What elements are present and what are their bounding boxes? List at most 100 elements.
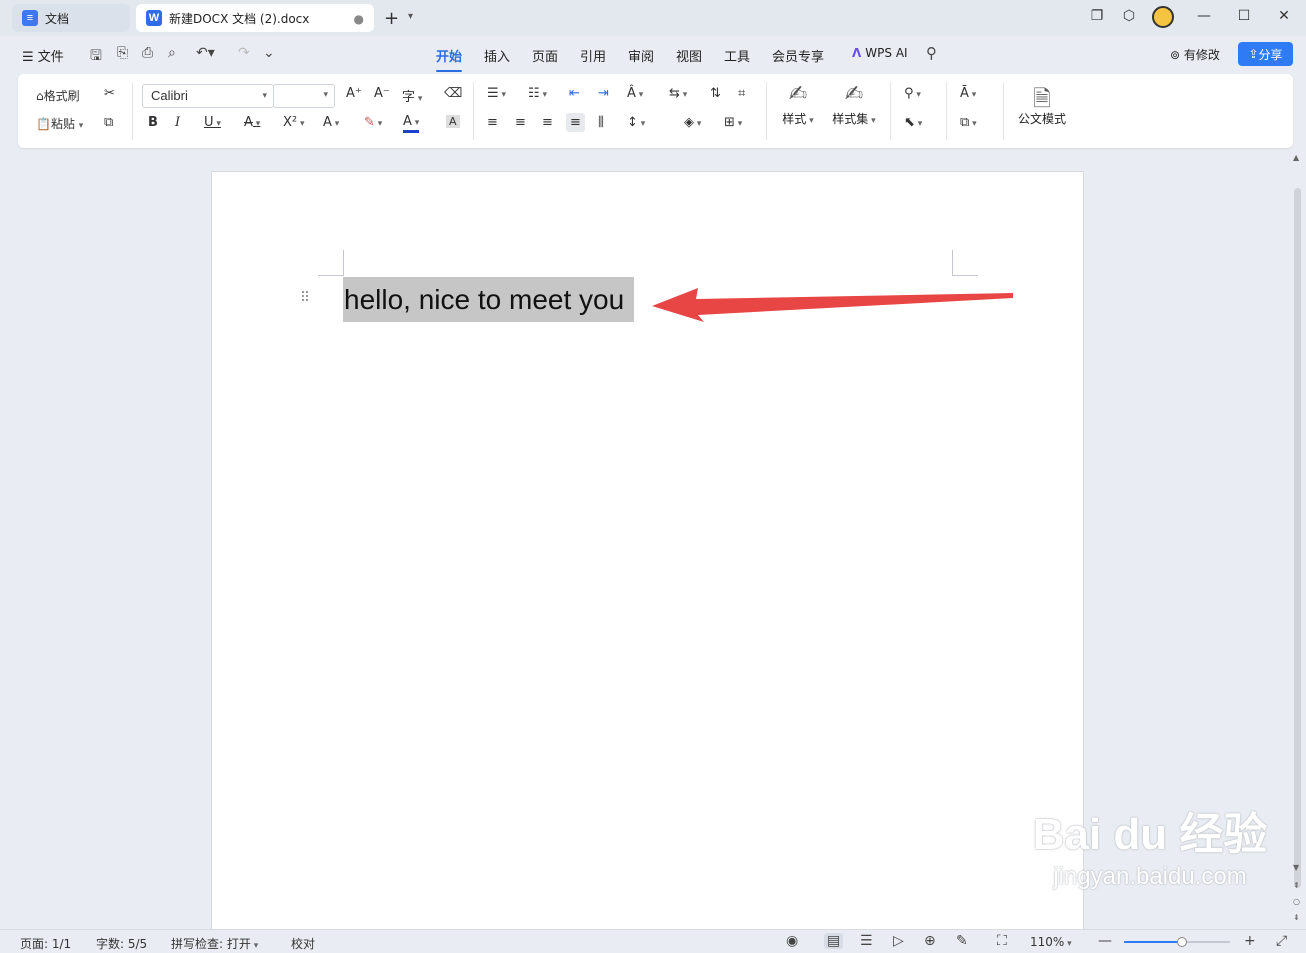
tab-docs[interactable]: ≡ 文档 bbox=[12, 4, 130, 32]
align-right-icon[interactable]: ≡ bbox=[542, 115, 553, 130]
superscript-icon[interactable]: X² bbox=[283, 115, 305, 130]
page-indicator[interactable]: 页面: 1/1 bbox=[20, 935, 71, 952]
fit-page-icon[interactable]: ⛶ bbox=[997, 933, 1007, 949]
font-name-select[interactable]: Calibri ▾ bbox=[142, 84, 274, 108]
redo-icon[interactable]: ↷ bbox=[238, 45, 250, 61]
numbered-list-icon[interactable]: ☷ bbox=[528, 86, 547, 101]
page-view-icon[interactable]: ▤ bbox=[824, 933, 844, 949]
tab-insert[interactable]: 插入 bbox=[484, 46, 510, 65]
decrease-font-icon[interactable]: A⁻ bbox=[374, 86, 390, 101]
line-spacing-icon[interactable]: ↕ bbox=[627, 115, 645, 130]
search-icon[interactable]: ⚲ bbox=[926, 44, 937, 62]
align-center-icon[interactable]: ≡ bbox=[515, 115, 526, 130]
drag-handle-icon[interactable]: ⠿ bbox=[300, 290, 310, 306]
cube-icon[interactable]: ⬡ bbox=[1119, 8, 1139, 24]
copy-icon[interactable]: ⧉ bbox=[104, 115, 113, 130]
scroll-up-icon[interactable]: ▲ bbox=[1293, 153, 1299, 162]
arrange-icon[interactable]: ⧉ bbox=[960, 115, 977, 130]
format-painter-button[interactable]: ⌂格式刷 bbox=[36, 87, 80, 104]
tab-view[interactable]: 视图 bbox=[676, 46, 702, 65]
selected-text[interactable]: hello, nice to meet you bbox=[343, 277, 635, 322]
modified-button[interactable]: ⊚ 有修改 bbox=[1170, 46, 1220, 63]
text-direction-icon[interactable]: Â bbox=[627, 86, 643, 101]
tab-home[interactable]: 开始 bbox=[436, 46, 463, 72]
new-tab-button[interactable]: + bbox=[384, 8, 399, 29]
pen-icon[interactable]: ✎ bbox=[956, 933, 968, 949]
format-painter-label: 格式刷 bbox=[43, 89, 80, 103]
font-color-icon[interactable]: A bbox=[403, 115, 420, 133]
show-marks-icon[interactable]: ⌗ bbox=[738, 86, 745, 101]
zoom-slider[interactable] bbox=[1124, 937, 1230, 947]
strikethrough-icon[interactable]: A bbox=[244, 115, 260, 130]
char-shading-icon[interactable]: A bbox=[446, 115, 460, 128]
underline-icon[interactable]: U bbox=[204, 115, 221, 130]
tab-member[interactable]: 会员专享 bbox=[772, 46, 824, 65]
chevron-down-icon[interactable]: ▾ bbox=[408, 11, 413, 22]
zoom-in-icon[interactable]: + bbox=[1244, 933, 1256, 949]
tab-page[interactable]: 页面 bbox=[532, 46, 558, 65]
print-icon[interactable]: ⎙ bbox=[142, 45, 153, 61]
unsaved-dot-icon[interactable]: ● bbox=[354, 12, 364, 26]
styles-label: 样式 bbox=[782, 112, 813, 126]
undo-icon[interactable]: ↶▾ bbox=[196, 45, 215, 61]
bullet-list-icon[interactable]: ☰ bbox=[487, 86, 506, 101]
increase-font-icon[interactable]: A⁺ bbox=[346, 86, 362, 101]
close-button[interactable]: ✕ bbox=[1274, 8, 1294, 24]
save-icon[interactable]: 🖫 bbox=[90, 45, 102, 69]
bold-icon[interactable]: B bbox=[148, 115, 158, 130]
maximize-button[interactable]: ☐ bbox=[1234, 8, 1254, 24]
spell-check[interactable]: 拼写检查: 打开 bbox=[171, 935, 258, 952]
share-button[interactable]: ⇪ 分享 bbox=[1238, 42, 1293, 66]
zoom-select[interactable]: 110% bbox=[1030, 935, 1072, 949]
tab-tools[interactable]: 工具 bbox=[724, 46, 750, 65]
phonetic-guide-icon[interactable]: 字 bbox=[402, 86, 422, 105]
tab-document[interactable]: W 新建DOCX 文档 (2).docx ● bbox=[136, 4, 374, 32]
minimize-button[interactable]: — bbox=[1194, 8, 1214, 24]
find-icon[interactable]: ⚲ bbox=[904, 86, 921, 101]
word-count[interactable]: 字数: 5/5 bbox=[96, 935, 147, 952]
window-switch-icon[interactable]: ❐ bbox=[1087, 8, 1107, 24]
cut-icon[interactable]: ✂ bbox=[104, 86, 115, 101]
styles-button[interactable]: ✍ 样式 bbox=[776, 82, 820, 127]
export-icon[interactable]: ⎘ bbox=[117, 45, 128, 61]
eye-icon[interactable]: ◉ bbox=[786, 933, 798, 949]
style-set-button[interactable]: ✍ 样式集 bbox=[826, 82, 882, 127]
select-icon[interactable]: ⬉ bbox=[904, 115, 922, 130]
next-page-icon[interactable]: ⇟ bbox=[1293, 913, 1300, 922]
font-size-select[interactable]: ▾ bbox=[273, 84, 335, 108]
highlight-icon[interactable]: ✎ bbox=[364, 115, 382, 130]
web-view-icon[interactable]: ⊕ bbox=[924, 933, 936, 949]
play-icon[interactable]: ▷ bbox=[893, 933, 904, 949]
align-left-icon[interactable]: ≡ bbox=[487, 115, 498, 130]
borders-icon[interactable]: ⊞ bbox=[724, 115, 742, 130]
print-preview-icon[interactable]: ⌕ bbox=[168, 45, 176, 61]
official-mode-button[interactable]: 🗎 公文模式 bbox=[1014, 82, 1070, 127]
tab-review[interactable]: 审阅 bbox=[628, 46, 654, 65]
file-menu[interactable]: ☰ 文件 bbox=[22, 46, 64, 65]
shading-icon[interactable]: ◈ bbox=[684, 115, 701, 130]
proofread-button[interactable]: 校对 bbox=[291, 935, 315, 952]
justify-icon[interactable]: ≡ bbox=[566, 113, 585, 132]
modified-label: 有修改 bbox=[1183, 48, 1220, 62]
scroll-thumb[interactable] bbox=[1294, 188, 1301, 888]
avatar[interactable] bbox=[1152, 6, 1174, 28]
clear-format-icon[interactable]: ⌫ bbox=[444, 86, 462, 101]
italic-icon[interactable]: I bbox=[175, 115, 180, 130]
tab-references[interactable]: 引用 bbox=[580, 46, 606, 65]
increase-indent-icon[interactable]: ⇥ bbox=[598, 86, 609, 101]
decrease-indent-icon[interactable]: ⇤ bbox=[569, 86, 580, 101]
zoom-slider-handle[interactable] bbox=[1177, 937, 1188, 947]
text-tools-icon[interactable]: Ā bbox=[960, 86, 976, 101]
wps-ai-button[interactable]: ᐱ WPS AI bbox=[852, 46, 908, 60]
fullscreen-icon[interactable]: ⤢ bbox=[1276, 933, 1287, 949]
text-effect-icon[interactable]: A bbox=[323, 115, 339, 130]
zoom-out-icon[interactable]: — bbox=[1098, 933, 1112, 949]
more-quick-access-icon[interactable]: ⌄ bbox=[263, 45, 275, 61]
sort-icon[interactable]: ⇅ bbox=[710, 86, 721, 101]
paste-button[interactable]: 📋粘贴 bbox=[36, 115, 83, 132]
watermark-logo: Bai du 经验 bbox=[1032, 810, 1268, 859]
select-browse-icon[interactable]: ○ bbox=[1293, 897, 1300, 906]
distribute-icon[interactable]: ⫼ bbox=[598, 115, 604, 130]
outline-view-icon[interactable]: ☰ bbox=[860, 933, 873, 949]
convert-icon[interactable]: ⇆ bbox=[669, 86, 687, 101]
